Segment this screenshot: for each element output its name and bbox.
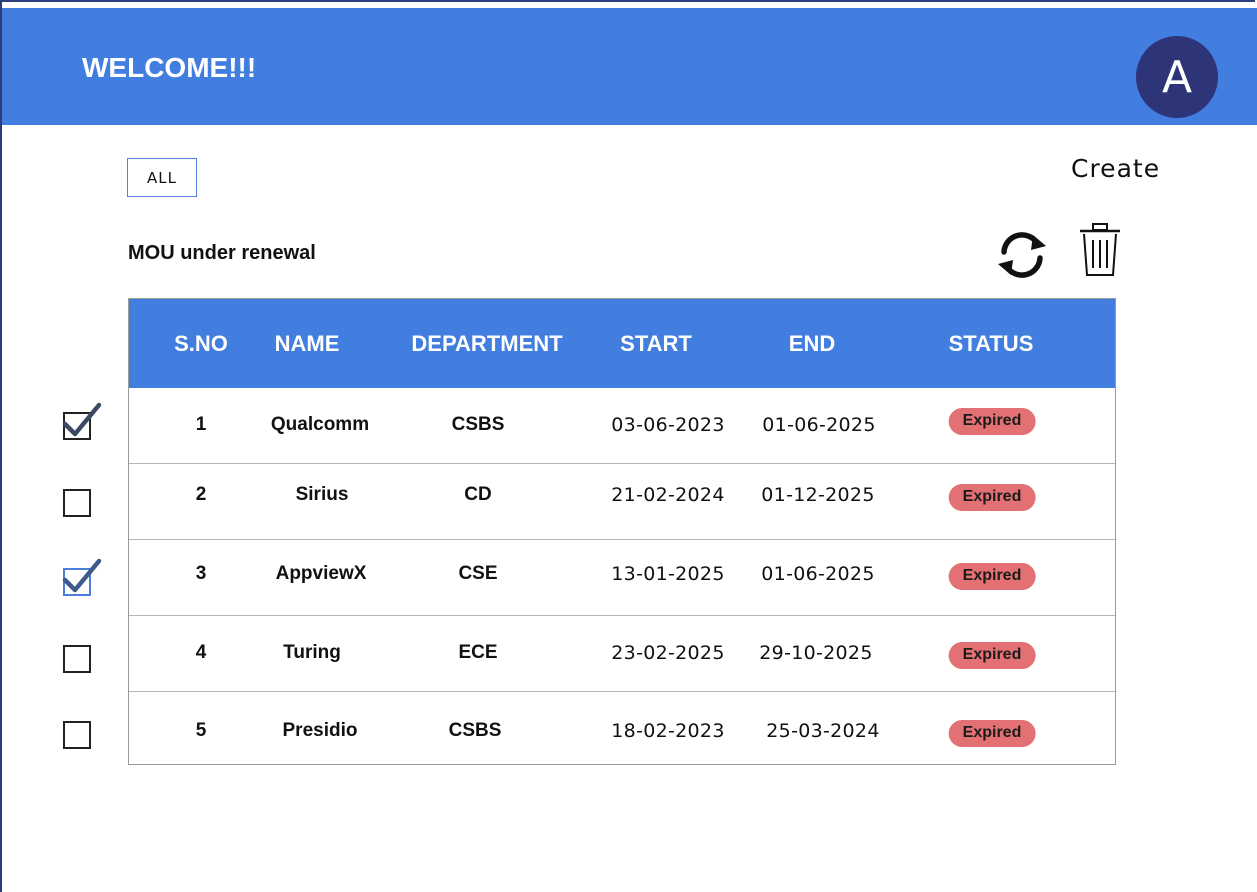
cell-name: AppviewX xyxy=(275,563,367,584)
create-button[interactable]: Create xyxy=(1071,154,1160,183)
cell-sno: 3 xyxy=(195,563,207,584)
avatar[interactable]: A xyxy=(1136,36,1218,118)
row-checkbox[interactable] xyxy=(62,558,102,596)
cell-start: 18-02-2023 xyxy=(611,720,725,742)
column-header-status[interactable]: STATUS xyxy=(949,331,1034,357)
table-row[interactable]: 4 Turing ECE 23-02-2025 29-10-2025 Expir… xyxy=(129,616,1115,692)
row-checkbox[interactable] xyxy=(63,489,91,517)
cell-name: Presidio xyxy=(282,720,358,741)
row-checkbox[interactable] xyxy=(63,721,91,749)
cell-start: 23-02-2025 xyxy=(611,642,725,664)
cell-department: ECE xyxy=(458,642,498,663)
cell-end: 01-06-2025 xyxy=(761,563,875,585)
cell-name: Turing xyxy=(283,642,341,663)
status-badge: Expired xyxy=(948,720,1036,747)
column-header-name[interactable]: NAME xyxy=(275,331,340,357)
cell-sno: 1 xyxy=(195,414,207,435)
cell-sno: 4 xyxy=(195,642,207,663)
all-filter-button[interactable]: ALL xyxy=(127,158,197,197)
cell-end: 25-03-2024 xyxy=(766,720,880,742)
refresh-icon[interactable] xyxy=(990,222,1054,286)
cell-end: 29-10-2025 xyxy=(759,642,873,664)
status-badge: Expired xyxy=(948,563,1036,590)
status-badge: Expired xyxy=(948,642,1036,669)
cell-name: Qualcomm xyxy=(270,414,370,435)
table-row[interactable]: 1 Qualcomm CSBS 03-06-2023 01-06-2025 Ex… xyxy=(129,388,1115,464)
cell-start: 21-02-2024 xyxy=(611,484,725,506)
checkmark-icon xyxy=(62,558,102,593)
column-header-department[interactable]: DEPARTMENT xyxy=(411,331,562,357)
table-row[interactable]: 3 AppviewX CSE 13-01-2025 01-06-2025 Exp… xyxy=(129,540,1115,616)
mou-table: S.NO NAME DEPARTMENT START END STATUS 1 … xyxy=(128,298,1116,765)
cell-start: 03-06-2023 xyxy=(611,414,725,436)
cell-sno: 2 xyxy=(195,484,207,505)
cell-department: CSE xyxy=(458,563,498,584)
top-header: WELCOME!!! A xyxy=(2,8,1257,125)
cell-name: Sirius xyxy=(295,484,349,505)
welcome-title: WELCOME!!! xyxy=(82,52,257,83)
cell-start: 13-01-2025 xyxy=(611,563,725,585)
table-row[interactable]: 5 Presidio CSBS 18-02-2023 25-03-2024 Ex… xyxy=(129,692,1115,764)
trash-icon[interactable] xyxy=(1078,222,1122,278)
status-badge: Expired xyxy=(948,408,1036,435)
cell-department: CSBS xyxy=(451,414,505,435)
column-header-sno[interactable]: S.NO xyxy=(174,331,228,357)
column-header-end[interactable]: END xyxy=(789,331,835,357)
section-title: MOU under renewal xyxy=(128,242,316,264)
cell-department: CSBS xyxy=(448,720,502,741)
checkmark-icon xyxy=(62,402,102,437)
cell-end: 01-12-2025 xyxy=(761,484,875,506)
cell-department: CD xyxy=(464,484,492,505)
table-header: S.NO NAME DEPARTMENT START END STATUS xyxy=(129,299,1115,388)
avatar-initial: A xyxy=(1161,51,1193,103)
table-row[interactable]: 2 Sirius CD 21-02-2024 01-12-2025 Expire… xyxy=(129,464,1115,540)
cell-end: 01-06-2025 xyxy=(762,414,876,436)
row-checkbox[interactable] xyxy=(62,402,102,440)
row-checkbox[interactable] xyxy=(63,645,91,673)
cell-sno: 5 xyxy=(195,720,207,741)
column-header-start[interactable]: START xyxy=(620,331,692,357)
status-badge: Expired xyxy=(948,484,1036,511)
